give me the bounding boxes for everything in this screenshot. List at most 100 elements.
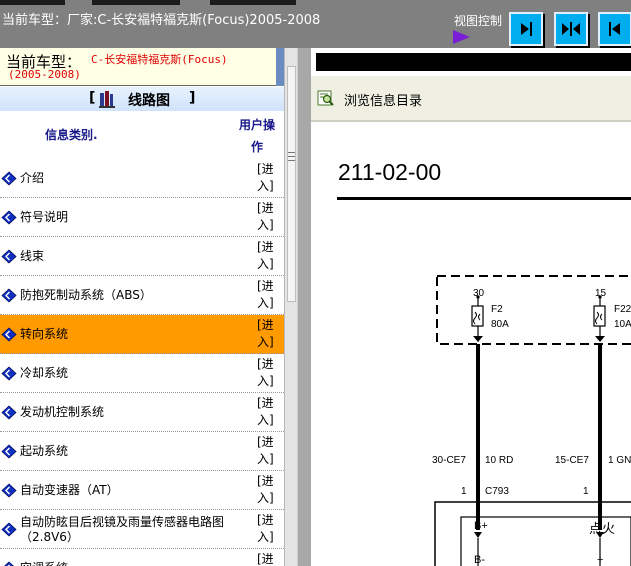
books-icon <box>99 91 115 108</box>
diamond-bullet-icon <box>1 210 17 225</box>
diamond-bullet-icon <box>1 366 17 381</box>
list-item[interactable]: 符号说明 [进入] <box>0 198 284 237</box>
list-item[interactable]: 空调系统 [进 <box>0 549 284 566</box>
enter-link-line2: 入] <box>257 296 274 310</box>
enter-link-line1: [进 <box>257 318 274 332</box>
enter-link[interactable]: [进 入] <box>257 434 277 468</box>
enter-link-line1: [进 <box>257 240 274 254</box>
terminal-ignition: 点火 <box>589 521 616 536</box>
section-header: [ 线路图 ] <box>0 87 284 111</box>
current-model-box: 当前车型： C-长安福特福克斯(Focus) (2005-2008) <box>0 48 284 86</box>
diamond-bullet-icon <box>1 327 17 342</box>
enter-link[interactable]: [进 <box>257 551 277 566</box>
right-panel: 浏览信息目录 211-02-00 30 F2 80A 15 F22 10A 30… <box>311 48 631 566</box>
list-item[interactable]: 介绍 [进 入] <box>0 159 284 198</box>
enter-link[interactable]: [进入] <box>257 239 277 273</box>
arrow-left-bar-icon <box>609 22 620 36</box>
enter-link-line2: 入] <box>257 491 274 505</box>
grip-icon <box>288 152 295 161</box>
enter-link-line1: [进 <box>257 474 274 488</box>
diamond-bullet-icon <box>1 522 17 537</box>
enter-link[interactable]: [进入] <box>257 200 277 234</box>
list-item[interactable]: 转向系统 [进入] <box>0 315 284 354</box>
list-item-label[interactable]: 介绍 <box>20 159 246 198</box>
split-view-button[interactable] <box>554 12 588 46</box>
fuse-f22 <box>593 295 606 342</box>
list-item-label[interactable]: 自动防眩目后视镜及雨量传感器电路图（2.8V6） <box>20 510 246 549</box>
window-title: 当前车型：厂家:C-长安福特福克斯(Focus)2005-2008 <box>2 13 321 28</box>
wire2-code: 15-CE7 <box>555 455 589 466</box>
list-item[interactable]: 冷却系统 [进 入] <box>0 354 284 393</box>
enter-link-line1: [进 <box>257 279 274 293</box>
connector1-id: C793 <box>485 486 509 497</box>
category-list: 介绍 [进 入] 符号说明 [进 入] 线束 [进 入] 防抱死制动系统（ABS） [进 入] 转向系统… <box>0 159 284 566</box>
enter-link[interactable]: [进入] <box>257 473 277 507</box>
section-bracket-right: ] <box>189 90 196 106</box>
left-panel: 当前车型： C-长安福特福克斯(Focus) (2005-2008) [ 线路图… <box>0 48 284 566</box>
viewer-toolbar: 浏览信息目录 <box>311 76 631 121</box>
scrollbar-thumb[interactable] <box>287 66 296 302</box>
list-item-label[interactable]: 线束 <box>20 237 246 276</box>
enter-link-line2: 入] <box>257 335 274 349</box>
current-model-years: (2005-2008) <box>8 68 81 81</box>
enter-link[interactable]: [进入] <box>257 278 277 312</box>
diamond-bullet-icon <box>1 444 17 459</box>
list-item-label[interactable]: 转向系统 <box>20 315 246 354</box>
arrow-right-bar-icon <box>521 22 532 36</box>
magnifier-document-icon[interactable] <box>317 90 335 106</box>
list-item[interactable]: 线束 [进入] <box>0 237 284 276</box>
enter-link[interactable]: [进入] <box>257 512 277 546</box>
enter-link[interactable]: [进 入] <box>257 356 277 390</box>
enter-link-line2: 入] <box>257 257 274 271</box>
list-item-label[interactable]: 发动机控制系统 <box>20 393 246 432</box>
split-arrows-icon <box>562 22 580 36</box>
list-item-label[interactable]: 冷却系统 <box>20 354 246 393</box>
expand-right-button[interactable] <box>509 12 543 46</box>
connector2-pin: 1 <box>583 486 589 497</box>
enter-link-line1: [进 <box>257 357 274 371</box>
enter-link-line2: 入] <box>257 530 274 544</box>
terminal-plus: + <box>597 554 604 566</box>
enter-link[interactable]: [进 入] <box>257 395 277 429</box>
list-item-label[interactable]: 防抱死制动系统（ABS） <box>20 276 246 315</box>
column-header-operation: 用户操 作 <box>236 114 278 158</box>
list-item-label[interactable]: 空调系统 <box>20 549 246 566</box>
wire1-color: 10 RD <box>485 455 514 466</box>
diamond-bullet-icon <box>1 288 17 303</box>
list-item-label[interactable]: 起动系统 <box>20 432 246 471</box>
enter-link-line2: 入] <box>257 413 274 427</box>
enter-link-line1: [进 <box>257 201 274 215</box>
model-box-scrollbar[interactable] <box>276 48 284 86</box>
wiring-diagram-graphic <box>434 275 631 566</box>
list-item[interactable]: 自动防眩目后视镜及雨量传感器电路图（2.8V6） [进入] <box>0 510 284 549</box>
wiring-diagram: 211-02-00 30 F2 80A 15 F22 10A 30-CE7 10… <box>311 122 631 566</box>
fuse2-pin: 15 <box>595 288 607 299</box>
viewer-header-bar <box>316 53 631 71</box>
enter-link-line2: 入] <box>257 218 274 232</box>
list-item[interactable]: 自动变速器（AT） [进入] <box>0 471 284 510</box>
enter-link[interactable]: [进入] <box>257 317 277 351</box>
terminal-b-minus: B- <box>474 554 485 566</box>
column-header-operation-line1: 用户操 <box>238 118 275 132</box>
browse-catalog-link[interactable]: 浏览信息目录 <box>344 90 422 109</box>
diamond-bullet-icon <box>1 249 17 264</box>
enter-link-line2: 入] <box>257 452 274 466</box>
panel-splitter[interactable] <box>284 48 298 566</box>
list-item[interactable]: 起动系统 [进 入] <box>0 432 284 471</box>
list-item-label[interactable]: 自动变速器（AT） <box>20 471 246 510</box>
wire1-code: 30-CE7 <box>432 455 466 466</box>
fuse2-name: F22 <box>614 304 631 315</box>
view-control-label: 视图控制 <box>454 14 503 28</box>
enter-link-line1: [进 <box>257 552 274 566</box>
fuse1-name: F2 <box>491 304 503 315</box>
diamond-bullet-icon <box>1 405 17 420</box>
list-item-label[interactable]: 符号说明 <box>20 198 246 237</box>
list-item[interactable]: 防抱死制动系统（ABS） [进入] <box>0 276 284 315</box>
enter-link-line1: [进 <box>257 513 274 527</box>
section-title: 线路图 <box>128 93 170 109</box>
enter-link[interactable]: [进 入] <box>257 161 277 195</box>
list-item[interactable]: 发动机控制系统 [进 入] <box>0 393 284 432</box>
fuse1-rating: 80A <box>491 319 509 330</box>
expand-left-button[interactable] <box>598 12 631 46</box>
terminal-b-plus: B+ <box>474 520 488 532</box>
